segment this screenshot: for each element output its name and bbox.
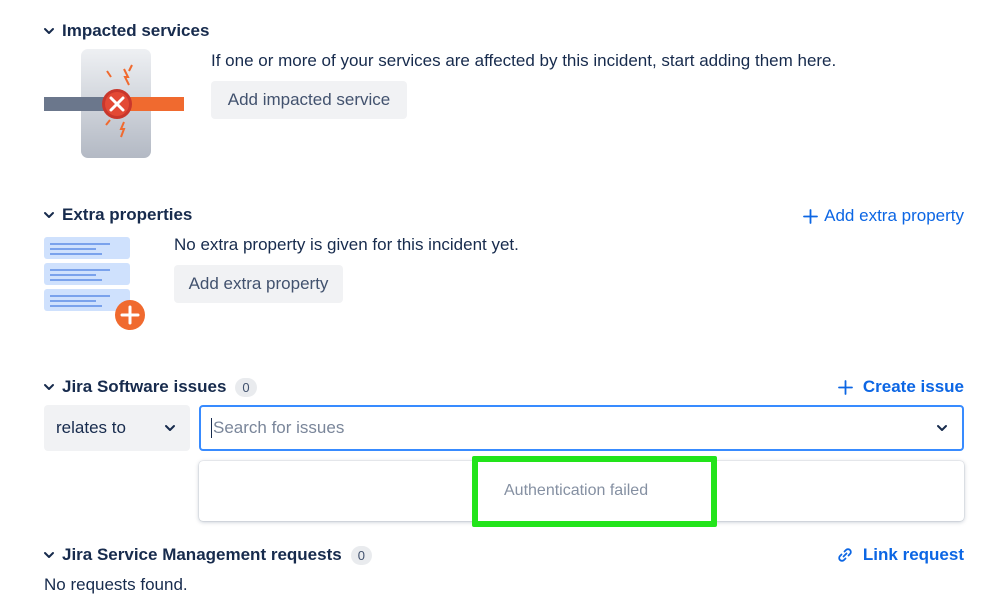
add-extra-property-link[interactable]: Add extra property: [803, 206, 964, 226]
relation-type-value: relates to: [56, 418, 126, 437]
extra-properties-header[interactable]: Extra properties: [42, 205, 192, 225]
extra-properties-description: No extra property is given for this inci…: [174, 235, 519, 254]
request-count-badge: 0: [350, 545, 372, 565]
chevron-down-icon[interactable]: [936, 422, 948, 434]
chevron-down-icon: [164, 422, 176, 434]
link-icon: [837, 547, 853, 563]
text-caret: [211, 418, 212, 438]
jsm-requests-header[interactable]: Jira Service Management requests 0: [42, 545, 372, 565]
chevron-down-icon: [42, 548, 56, 562]
create-issue-link-label: Create issue: [862, 377, 964, 396]
issue-search-placeholder: Search for issues: [213, 418, 345, 437]
add-extra-property-button[interactable]: Add extra property: [174, 265, 343, 303]
plus-icon: [803, 208, 819, 224]
chevron-down-icon: [42, 24, 56, 38]
add-extra-property-link-label: Add extra property: [824, 206, 964, 225]
plus-icon: [837, 379, 853, 395]
extra-properties-title: Extra properties: [62, 205, 193, 224]
add-impacted-service-button[interactable]: Add impacted service: [211, 81, 407, 119]
link-request-label: Link request: [862, 545, 964, 564]
jsm-requests-title: Jira Service Management requests: [62, 545, 342, 564]
extra-properties-illustration: [42, 235, 148, 331]
link-request-link[interactable]: Link request: [837, 545, 964, 565]
chevron-down-icon: [42, 380, 56, 394]
relation-type-select[interactable]: relates to: [44, 405, 190, 451]
issue-search-input[interactable]: Search for issues: [199, 405, 964, 451]
dropdown-error-message: Authentication failed: [504, 482, 649, 499]
chevron-down-icon: [42, 208, 56, 222]
impacted-services-description: If one or more of your services are affe…: [211, 51, 837, 70]
impacted-services-title: Impacted services: [62, 21, 210, 40]
impacted-services-illustration: [42, 47, 187, 160]
no-requests-text: No requests found.: [44, 575, 188, 594]
issue-count-badge: 0: [235, 377, 257, 397]
jira-software-issues-header[interactable]: Jira Software issues 0: [42, 377, 257, 397]
jira-software-issues-title: Jira Software issues: [62, 377, 227, 396]
impacted-services-header[interactable]: Impacted services: [42, 21, 209, 41]
create-issue-link[interactable]: Create issue: [837, 377, 964, 397]
